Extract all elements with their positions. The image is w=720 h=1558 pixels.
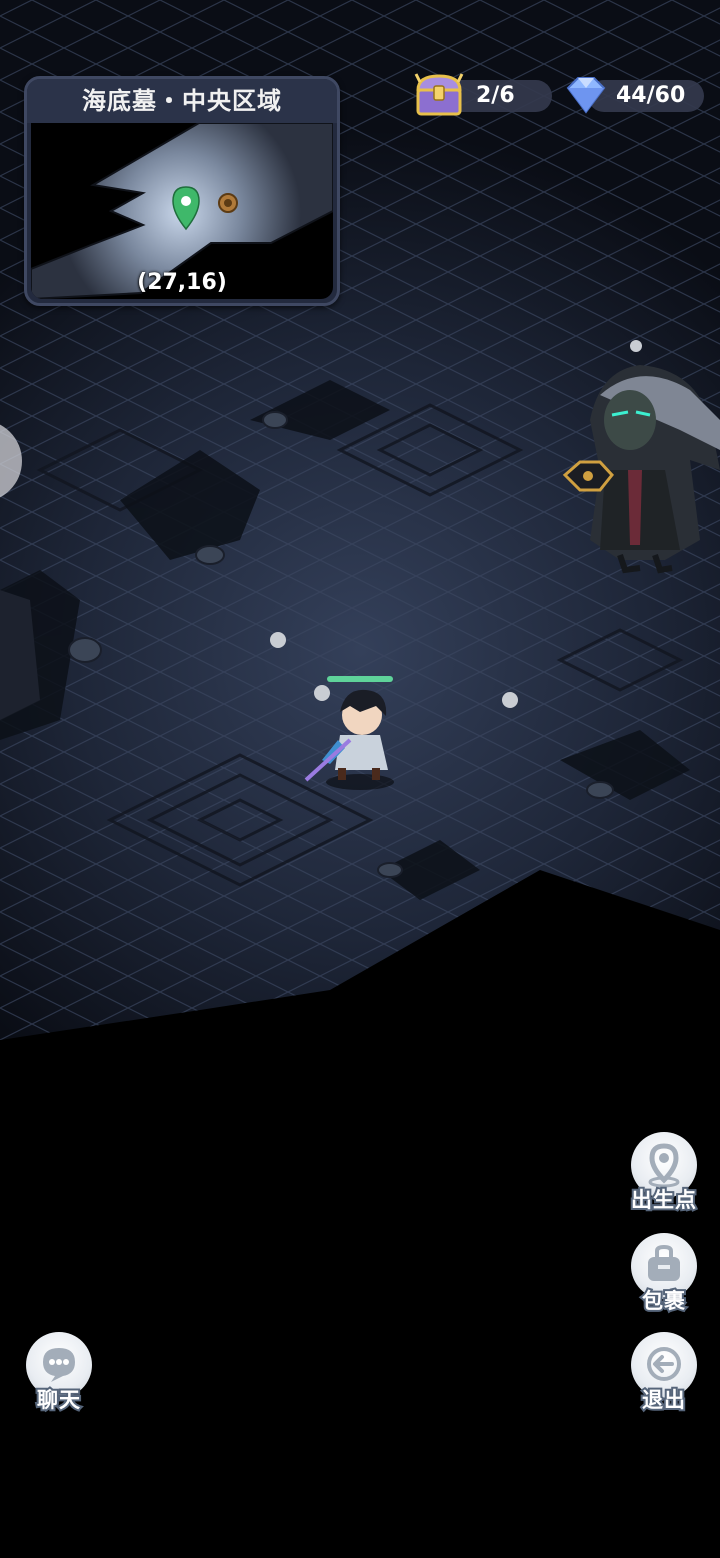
bag-button[interactable]: 包裹 — [614, 1233, 714, 1323]
spawn-point-label: 出生点 — [629, 1186, 698, 1214]
gem-count-text: 44/60 — [616, 83, 686, 108]
bag-label: 包裹 — [640, 1287, 687, 1315]
diamond-icon — [566, 77, 606, 114]
minimap-title: 海底墓・中央区域 — [27, 79, 337, 123]
chat-bubble-icon — [43, 1348, 75, 1382]
player-hp-bar — [327, 676, 393, 682]
exit-icon — [647, 1347, 681, 1381]
location-pin-icon — [648, 1143, 680, 1188]
minimap-npc-marker — [218, 193, 238, 213]
game-screen: 海底墓・中央区域 (27,16) 2/6 44/60 出生点 包裹 退出 聊天 — [0, 0, 720, 1558]
chat-button[interactable]: 聊天 — [9, 1332, 109, 1422]
minimap[interactable]: 海底墓・中央区域 (27,16) — [24, 76, 340, 306]
chest-count-text: 2/6 — [476, 83, 515, 108]
minimap-view[interactable]: (27,16) — [31, 123, 333, 299]
minimap-coords: (27,16) — [137, 270, 227, 295]
spawn-point-button[interactable]: 出生点 — [614, 1132, 714, 1222]
exit-button[interactable]: 退出 — [614, 1332, 714, 1422]
treasure-chest-icon — [414, 73, 464, 116]
bag-icon — [648, 1244, 680, 1281]
chat-label: 聊天 — [35, 1386, 82, 1414]
exit-label: 退出 — [640, 1386, 687, 1414]
